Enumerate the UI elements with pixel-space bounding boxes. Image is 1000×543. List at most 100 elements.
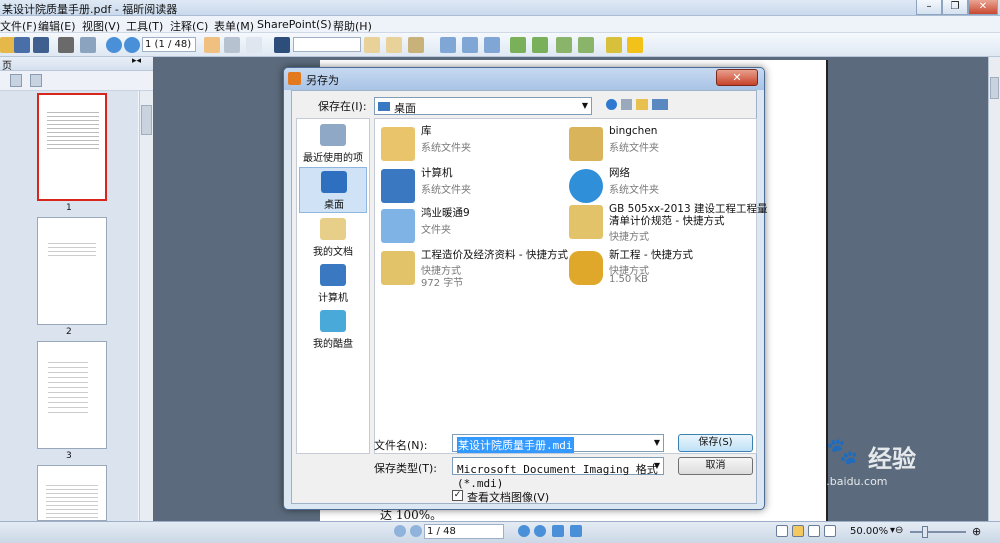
- file-item[interactable]: GB 505xx-2013 建设工程工程量 清单计价规范 - 快捷方式 快捷方式: [565, 203, 768, 247]
- forward-icon[interactable]: [570, 525, 582, 537]
- file-item[interactable]: bingchen 系统文件夹: [565, 125, 755, 165]
- pointer-icon[interactable]: [246, 37, 262, 53]
- view-menu-icon[interactable]: [652, 99, 668, 110]
- menu-comment[interactable]: 注释(C): [170, 18, 208, 34]
- thumbnail-list: 1 2 3: [0, 91, 138, 521]
- status-page-field[interactable]: 1 / 48: [424, 524, 504, 539]
- zoom-dropdown-icon[interactable]: ▾⊖: [890, 525, 903, 536]
- find-prev-icon[interactable]: [364, 37, 380, 53]
- layout-icon[interactable]: [532, 37, 548, 53]
- zoom-in-icon[interactable]: ⊕: [972, 525, 981, 538]
- up-folder-icon[interactable]: [621, 99, 632, 110]
- fit-page-icon[interactable]: [440, 37, 456, 53]
- single-page-icon[interactable]: [776, 525, 788, 537]
- menu-sharepoint[interactable]: SharePoint(S): [257, 18, 332, 31]
- file-item[interactable]: 库 系统文件夹: [377, 125, 567, 165]
- save-button[interactable]: 保存(S): [678, 434, 753, 452]
- menu-edit[interactable]: 编辑(E): [38, 18, 76, 34]
- first-page-icon[interactable]: [394, 525, 406, 537]
- thumbnail-page-3[interactable]: [37, 341, 107, 449]
- watermark-url: jingyan.baidu.com: [786, 475, 888, 488]
- file-item[interactable]: 网络 系统文件夹: [565, 167, 755, 207]
- recent-items-icon: [320, 124, 346, 146]
- prev-page-icon[interactable]: [106, 37, 122, 53]
- menu-help[interactable]: 帮助(H): [333, 18, 372, 34]
- page-number-field[interactable]: 1 (1 / 48): [142, 37, 196, 52]
- prev-page-status-icon[interactable]: [410, 525, 422, 537]
- save-as-dialog: 另存为 ✕ 保存在(I): 桌面 ▼ 最近使用的项目 桌面 我的文档: [283, 67, 768, 510]
- thumb-option-icon[interactable]: [10, 74, 22, 87]
- document-scrollbar[interactable]: [988, 57, 1000, 521]
- place-documents[interactable]: 我的文档: [299, 215, 367, 261]
- panel-header: 页 ▸◂: [0, 56, 153, 72]
- filename-label: 文件名(N):: [374, 439, 428, 452]
- menu-view[interactable]: 视图(V): [82, 18, 120, 34]
- print-icon[interactable]: [58, 37, 74, 53]
- zoom-slider[interactable]: [910, 531, 966, 533]
- places-bar: 最近使用的项目 桌面 我的文档 计算机 我的酷盘: [296, 118, 370, 454]
- hand-tool-icon[interactable]: [204, 37, 220, 53]
- watermark-jingyan: 经验: [868, 445, 916, 473]
- place-recent[interactable]: 最近使用的项目: [299, 121, 367, 179]
- menu-tools[interactable]: 工具(T): [126, 18, 163, 34]
- minimize-button[interactable]: –: [916, 0, 942, 15]
- document-scroll-thumb[interactable]: [990, 77, 999, 99]
- place-computer[interactable]: 计算机: [299, 261, 367, 307]
- new-folder-icon[interactable]: [636, 99, 648, 110]
- save-icon[interactable]: [14, 37, 30, 53]
- select-text-icon[interactable]: [224, 37, 240, 53]
- file-item[interactable]: 计算机 系统文件夹: [377, 167, 567, 207]
- restore-button[interactable]: ❐: [942, 0, 968, 15]
- save-in-dropdown[interactable]: 桌面 ▼: [374, 97, 592, 115]
- menu-file[interactable]: 文件(F): [0, 18, 37, 34]
- find-icon[interactable]: [274, 37, 290, 53]
- thumbnail-page-4[interactable]: [37, 465, 107, 521]
- back-nav-icon[interactable]: [606, 99, 617, 110]
- thumbnail-scroll-thumb[interactable]: [141, 105, 152, 135]
- menu-form[interactable]: 表单(M): [214, 18, 254, 34]
- back-icon[interactable]: [552, 525, 564, 537]
- fit-width-icon[interactable]: [462, 37, 478, 53]
- chevron-down-icon: ▼: [653, 461, 660, 470]
- continuous-icon[interactable]: [792, 525, 804, 537]
- cont-facing-icon[interactable]: [824, 525, 836, 537]
- cancel-button[interactable]: 取消: [678, 457, 753, 475]
- find-next-icon[interactable]: [386, 37, 402, 53]
- note-icon[interactable]: [627, 37, 643, 53]
- close-window-button[interactable]: ✕: [968, 0, 998, 15]
- search-options-icon[interactable]: [408, 37, 424, 53]
- panel-collapse-icon[interactable]: ▸◂: [132, 56, 141, 66]
- dialog-body: 保存在(I): 桌面 ▼ 最近使用的项目 桌面 我的文档: [291, 90, 768, 504]
- typewriter-icon[interactable]: [606, 37, 622, 53]
- file-list: 库 系统文件夹 bingchen 系统文件夹 计算机 系统文件夹 网络 系统文件…: [374, 118, 768, 454]
- filename-input[interactable]: 某设计院质量手册.mdi ▼: [452, 434, 664, 453]
- thumbnail-page-2[interactable]: [37, 217, 107, 325]
- zoom-icon[interactable]: [578, 37, 594, 53]
- save-as-icon[interactable]: [33, 37, 49, 53]
- actual-size-icon[interactable]: [484, 37, 500, 53]
- search-input[interactable]: [293, 37, 361, 52]
- app-icon: [288, 72, 301, 85]
- thumbnail-page-1[interactable]: [37, 93, 107, 201]
- filetype-dropdown[interactable]: Microsoft Document Imaging 格式(*.mdi) ▼: [452, 457, 664, 490]
- dialog-close-button[interactable]: ✕: [716, 69, 758, 86]
- next-page-status-icon[interactable]: [518, 525, 530, 537]
- snapshot-icon[interactable]: [556, 37, 572, 53]
- thumbnail-scrollbar[interactable]: [139, 91, 153, 521]
- place-kupan[interactable]: 我的酷盘: [299, 307, 367, 353]
- next-page-icon[interactable]: [124, 37, 140, 53]
- window-title-bar: 某设计院质量手册.pdf - 福昕阅读器 – ❐ ✕: [0, 0, 1000, 16]
- file-item[interactable]: 新工程 - 快捷方式 快捷方式 1.50 KB: [565, 249, 755, 293]
- status-bar: 1 / 48 50.00% ▾⊖ ⊕: [0, 521, 1000, 543]
- rotate-icon[interactable]: [510, 37, 526, 53]
- file-item[interactable]: 鸿业暖通9 文件夹: [377, 207, 567, 247]
- facing-icon[interactable]: [808, 525, 820, 537]
- last-page-icon[interactable]: [534, 525, 546, 537]
- screen-icon[interactable]: [80, 37, 96, 53]
- view-image-checkbox[interactable]: ✓: [452, 490, 463, 501]
- zoom-slider-thumb[interactable]: [922, 526, 928, 538]
- file-item[interactable]: 工程造价及经济资料 - 快捷方式 快捷方式 972 字节: [377, 249, 568, 293]
- place-desktop[interactable]: 桌面: [299, 167, 367, 213]
- thumb-zoom-icon[interactable]: [30, 74, 42, 87]
- panel-toolbar: [0, 71, 153, 91]
